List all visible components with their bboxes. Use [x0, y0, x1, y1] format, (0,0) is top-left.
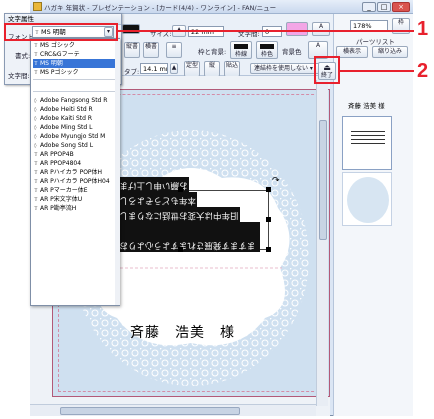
align-button[interactable]: ≡: [166, 42, 182, 58]
paste-button[interactable]: 貼込: [224, 61, 240, 77]
font-color-button[interactable]: A: [312, 22, 330, 36]
scroll-thumb[interactable]: [60, 407, 240, 415]
font-option[interactable]: 𝕋 AR Pマーカー体E: [33, 186, 117, 195]
window-title: ハガキ 年賀状 - プレゼンテーション - [カード(4/4) - ワンライン]…: [44, 4, 277, 12]
maximize-button[interactable]: □: [377, 2, 391, 12]
minimize-button[interactable]: _: [362, 2, 376, 12]
font-option[interactable]: 𝕋 AR P勘亭流H: [33, 204, 117, 213]
shrink-button[interactable]: 縮り込み: [372, 46, 408, 58]
list-divider: [33, 79, 117, 80]
color-swatch-button[interactable]: [286, 22, 308, 36]
font-option[interactable]: ◊ Adobe Myungjo Std M: [33, 132, 117, 141]
vertical-write-button[interactable]: 縦書: [124, 42, 140, 58]
horizontal-scrollbar[interactable]: [30, 404, 316, 416]
close-button[interactable]: ×: [392, 2, 410, 12]
message-line: 旧年中は大変お世話になりました: [110, 207, 240, 222]
list-scrollbar[interactable]: [115, 39, 120, 305]
recipient-name: 斉藤 浩美 様: [130, 325, 235, 341]
callout-line-2: [340, 70, 414, 72]
list-divider: [33, 91, 117, 92]
frame-color-button[interactable]: 枠色: [256, 41, 278, 59]
tab-field[interactable]: 14.1 mm: [140, 63, 168, 74]
resize-handle[interactable]: [178, 247, 183, 252]
font-option[interactable]: ◊ Adobe Kaiti Std R: [33, 114, 117, 123]
font-option[interactable]: ◊ Adobe Ming Std L: [33, 123, 117, 132]
frame-line-button[interactable]: 枠線: [230, 41, 252, 59]
rotate-handle-icon[interactable]: ↷: [272, 176, 280, 186]
message-line: ますます発展されますよう心よりお祈り: [110, 222, 260, 252]
spacing-label: 文字間:: [8, 72, 30, 80]
font-option[interactable]: ◊ Adobe Fangsong Std R: [33, 96, 117, 105]
end-button-highlight: [314, 56, 340, 84]
message-text-block: ますます発展されますよう心よりお祈り 旧年中は大変お世話になりました 本年もどう…: [110, 177, 260, 252]
app-icon: [33, 2, 42, 11]
font-option[interactable]: 𝕋 AR Pハイカラ POP体H: [33, 168, 117, 177]
font-option[interactable]: 𝕋 AR PPOP4B: [33, 150, 117, 159]
screenshot-root: ハガキ 年賀状 - プレゼンテーション - [カード(4/4) - ワンライン]…: [0, 0, 434, 419]
connect-frame-select[interactable]: 連結枠を使用しない ▾: [250, 63, 320, 74]
horizontal-write-button[interactable]: 横書: [143, 42, 159, 58]
font-dropdown-list[interactable]: 𝕋 MS ゴシック 𝕋 CRC&Gフーテ 𝕋 MS 明朝 𝕋 MS Pゴシック ◊ Ado…: [30, 38, 120, 306]
bg-color-label: 背景色: [282, 48, 302, 56]
message-line: 本年もどうぞよろしく: [110, 192, 197, 207]
font-option[interactable]: ◊ Adobe Heiti Std R: [33, 105, 117, 114]
thumbnail-lace: [347, 177, 389, 223]
horizontal-view-button[interactable]: 横表示: [336, 46, 368, 58]
font-option[interactable]: 𝕋 MS ゴシック: [33, 41, 117, 50]
border-bg-label: 枠と背景:: [198, 48, 227, 56]
resize-handle[interactable]: [266, 217, 271, 222]
thumbnail-caption: 斉藤 浩美 様: [348, 102, 385, 110]
spin-button[interactable]: ▲: [170, 63, 178, 74]
font-field-highlight: [4, 23, 118, 41]
vertical-alt-button[interactable]: 縦: [204, 61, 220, 77]
font-option[interactable]: 𝕋 AR Pハイカラ POP体H04: [33, 177, 117, 186]
black-fill-button[interactable]: [122, 24, 140, 34]
resize-handle[interactable]: [266, 187, 271, 192]
thumbnail-text-lines: [351, 131, 385, 147]
card-thumbnail-selected[interactable]: [342, 116, 392, 170]
font-option[interactable]: 𝕋 CRC&Gフーテ: [33, 50, 117, 59]
font-option[interactable]: 𝕋 AR PPOP4804: [33, 159, 117, 168]
callout-number-1: 1: [417, 18, 429, 40]
resize-handle[interactable]: [266, 247, 271, 252]
title-bar: ハガキ 年賀状 - プレゼンテーション - [カード(4/4) - ワンライン]…: [30, 0, 413, 14]
font-option-selected[interactable]: 𝕋 MS 明朝: [33, 59, 117, 68]
font-option[interactable]: 𝕋 AR P宋文字体U: [33, 195, 117, 204]
callout-line-1: [118, 30, 414, 32]
font-option[interactable]: ◊ Adobe Song Std L: [33, 141, 117, 150]
fixed-button[interactable]: 定型: [184, 61, 200, 77]
font-option[interactable]: 𝕋 MS Pゴシック: [33, 68, 117, 77]
tab-label: タブ:: [124, 68, 140, 76]
scroll-thumb[interactable]: [319, 120, 327, 240]
vertical-scrollbar[interactable]: [316, 80, 328, 406]
callout-number-2: 2: [417, 60, 429, 82]
style-label: 書式:: [15, 52, 31, 60]
resize-handle[interactable]: [178, 187, 183, 192]
message-line: お願い申し上げます: [110, 177, 189, 192]
parts-list-label: パーツリスト: [356, 38, 395, 46]
card-thumbnail[interactable]: [342, 172, 392, 226]
